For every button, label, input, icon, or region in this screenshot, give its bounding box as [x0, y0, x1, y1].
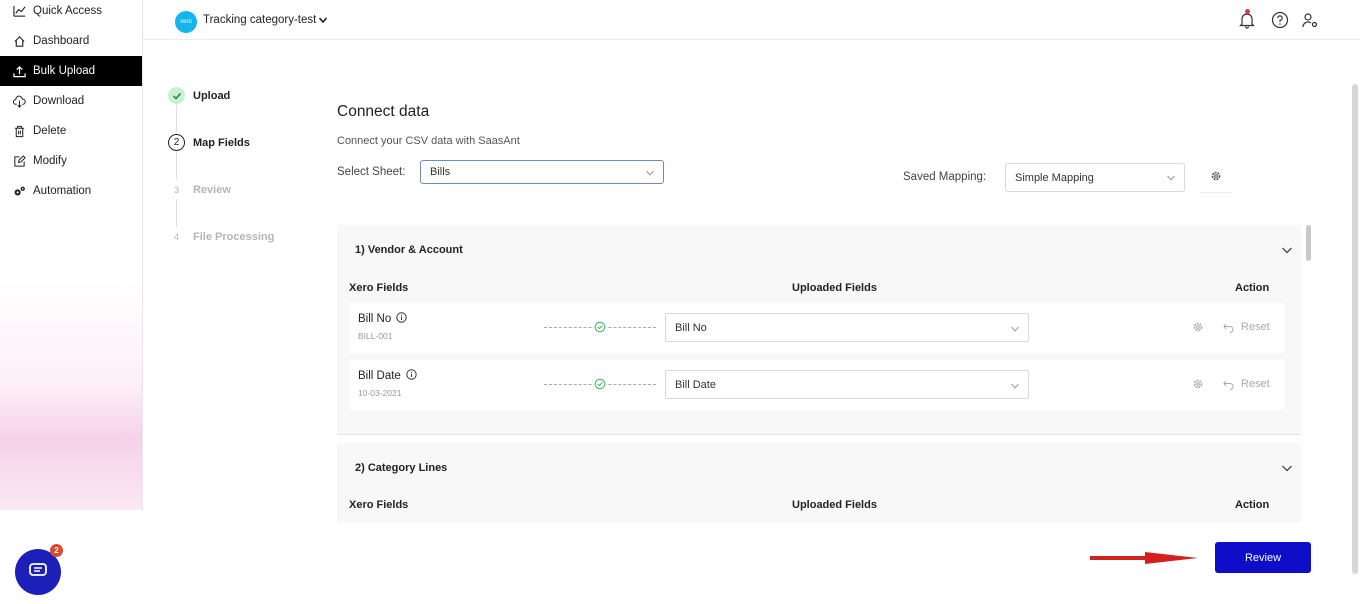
- select-sheet-label: Select Sheet:: [337, 166, 406, 178]
- sidebar-item-label: Automation: [33, 185, 92, 197]
- chevron-down-icon[interactable]: [1281, 462, 1293, 476]
- sidebar: Quick Access Dashboard Bulk Upload Downl…: [0, 0, 143, 510]
- sidebar-item-delete[interactable]: Delete: [0, 116, 142, 146]
- reset-button[interactable]: Reset: [1223, 321, 1270, 333]
- column-header-action: Action: [1235, 282, 1270, 294]
- chart-line-icon: [12, 4, 26, 18]
- step-map-fields: 2 Map Fields: [168, 134, 250, 151]
- xero-logo: xero: [175, 11, 197, 33]
- gears-icon: [12, 184, 26, 198]
- page-scrollbar[interactable]: [1352, 84, 1358, 574]
- table-row: Bill Date 10-03-2021 Bill Date Reset: [349, 360, 1285, 410]
- uploaded-field-select[interactable]: Bill Date: [665, 370, 1029, 399]
- section-category-lines: 2) Category Lines Xero Fields Uploaded F…: [337, 443, 1301, 523]
- top-header: xero Tracking category-test: [143, 0, 1360, 40]
- check-circle-icon: [594, 321, 606, 333]
- red-arrow-annotation: [1090, 551, 1200, 568]
- page-title: Connect data: [337, 103, 430, 120]
- undo-icon: [1223, 323, 1234, 333]
- field-sample: BILL-001: [358, 331, 393, 341]
- chevron-down-icon: [1010, 324, 1020, 337]
- sidebar-item-dashboard[interactable]: Dashboard: [0, 26, 142, 56]
- undo-icon: [1223, 380, 1234, 390]
- select-sheet-dropdown[interactable]: Bills: [420, 160, 664, 184]
- sidebar-item-label: Modify: [33, 155, 67, 167]
- org-name[interactable]: Tracking category-test: [203, 14, 316, 26]
- sidebar-item-bulk-upload[interactable]: Bulk Upload: [0, 56, 142, 86]
- sidebar-item-modify[interactable]: Modify: [0, 146, 142, 176]
- stepper-connector: [176, 105, 177, 133]
- sidebar-item-label: Dashboard: [33, 35, 90, 47]
- chevron-down-icon: [1010, 381, 1020, 394]
- chat-icon: [29, 562, 47, 582]
- step-label: Upload: [193, 89, 231, 102]
- sidebar-item-label: Delete: [33, 125, 67, 137]
- sidebar-item-label: Download: [33, 95, 85, 107]
- chevron-down-icon: [645, 168, 655, 181]
- check-circle-icon: [594, 378, 606, 390]
- table-row: Bill No BILL-001 Bill No Reset: [349, 303, 1285, 353]
- column-header-xero-fields: Xero Fields: [349, 282, 409, 294]
- step-review: 3 Review: [168, 181, 231, 198]
- step-file-processing: 4 File Processing: [168, 228, 274, 245]
- chat-unread-badge: 2: [50, 544, 63, 557]
- edit-icon: [12, 154, 26, 168]
- upload-icon: [12, 64, 26, 78]
- user-settings-icon[interactable]: [1301, 11, 1319, 29]
- uploaded-field-select[interactable]: Bill No: [665, 313, 1029, 342]
- step-label: File Processing: [193, 230, 275, 243]
- trash-icon: [12, 124, 26, 138]
- sidebar-item-automation[interactable]: Automation: [0, 176, 142, 206]
- saved-mapping-dropdown[interactable]: Simple Mapping: [1005, 163, 1185, 192]
- notification-dot: [1245, 9, 1250, 14]
- section-title: 2) Category Lines: [355, 462, 448, 474]
- sidebar-item-label: Bulk Upload: [33, 65, 96, 77]
- help-icon[interactable]: [1271, 11, 1289, 29]
- step-number: 2: [168, 134, 185, 151]
- saved-mapping-value: Simple Mapping: [1015, 171, 1094, 184]
- info-icon[interactable]: [406, 369, 417, 383]
- inner-scrollbar[interactable]: [1306, 225, 1311, 261]
- section-vendor-account: 1) Vendor & Account Xero Fields Uploaded…: [337, 225, 1301, 435]
- gear-icon: [1210, 170, 1222, 185]
- column-header-uploaded-fields: Uploaded Fields: [792, 499, 877, 511]
- sidebar-item-quick-access[interactable]: Quick Access: [0, 0, 142, 26]
- home-icon: [12, 34, 26, 48]
- field-sample: 10-03-2021: [358, 388, 402, 398]
- field-name: Bill No: [358, 312, 407, 326]
- step-label: Review: [193, 183, 231, 196]
- column-header-uploaded-fields: Uploaded Fields: [792, 282, 877, 294]
- checkmark-icon: [168, 87, 185, 104]
- cloud-download-icon: [12, 94, 26, 108]
- column-header-xero-fields: Xero Fields: [349, 499, 409, 511]
- step-number: 3: [173, 184, 179, 195]
- chevron-down-icon[interactable]: [318, 14, 328, 28]
- column-header-action: Action: [1235, 499, 1270, 511]
- sidebar-item-label: Quick Access: [33, 5, 103, 17]
- mapping-settings-button[interactable]: [1200, 163, 1232, 193]
- section-title: 1) Vendor & Account: [355, 244, 463, 256]
- sidebar-item-download[interactable]: Download: [0, 86, 142, 116]
- chevron-down-icon: [1166, 173, 1176, 186]
- field-name: Bill Date: [358, 369, 417, 383]
- step-upload: Upload: [168, 87, 230, 104]
- info-icon[interactable]: [396, 312, 407, 326]
- step-label: Map Fields: [193, 136, 250, 149]
- gear-icon[interactable]: [1192, 321, 1204, 336]
- saved-mapping-label: Saved Mapping:: [903, 171, 987, 183]
- stepper-connector: [176, 152, 177, 180]
- step-number: 4: [173, 231, 179, 242]
- chevron-down-icon[interactable]: [1281, 244, 1293, 258]
- gear-icon[interactable]: [1192, 378, 1204, 393]
- reset-button[interactable]: Reset: [1223, 378, 1270, 390]
- stepper-connector: [176, 199, 177, 227]
- page-subtitle: Connect your CSV data with SaasAnt: [337, 135, 520, 147]
- review-button[interactable]: Review: [1215, 542, 1311, 573]
- select-sheet-value: Bills: [430, 166, 451, 178]
